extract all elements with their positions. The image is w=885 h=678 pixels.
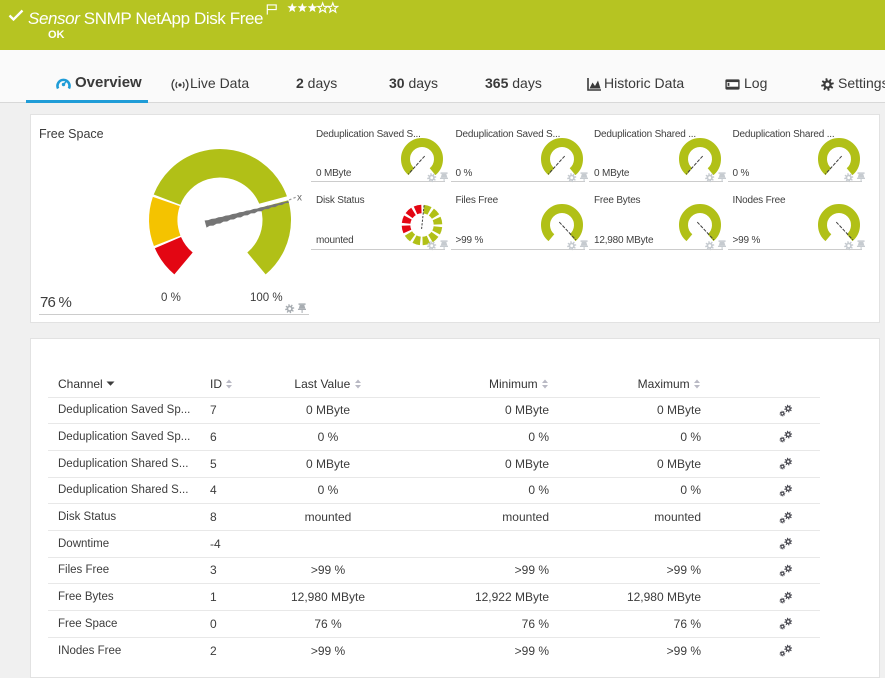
svg-text:x: x bbox=[297, 193, 302, 204]
